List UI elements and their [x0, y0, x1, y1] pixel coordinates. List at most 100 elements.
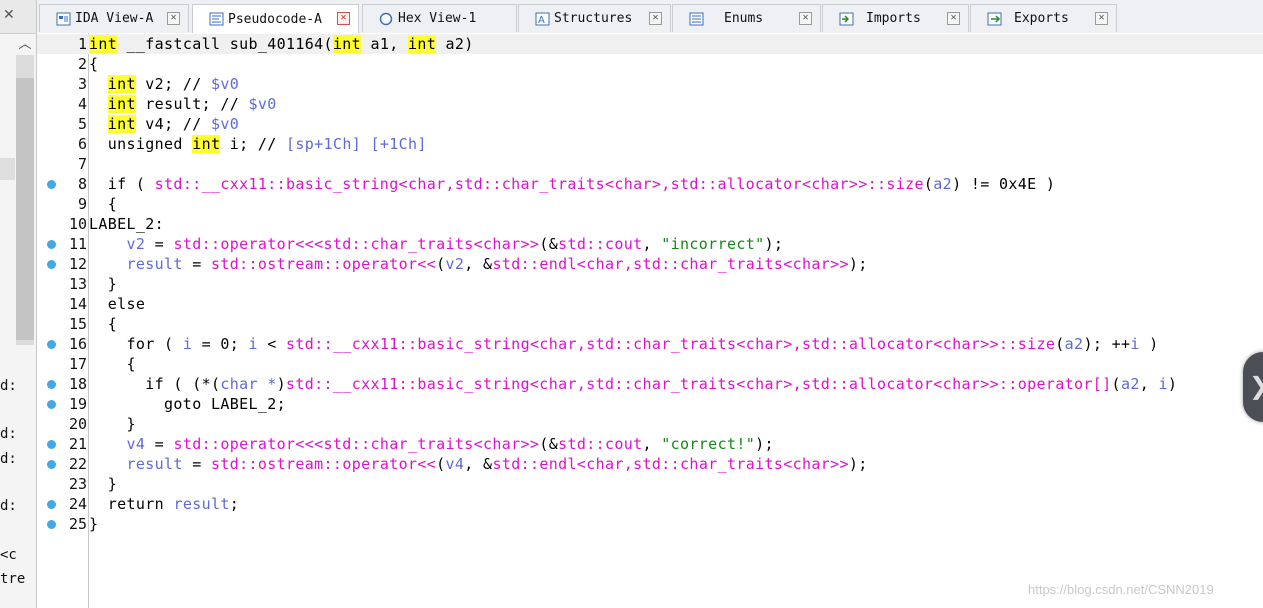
line-number: 18 [68, 375, 87, 393]
code-token: LABEL_2: [89, 215, 165, 233]
code-text[interactable]: LABEL_2: [89, 214, 164, 234]
breakpoint-dot-icon[interactable] [47, 460, 56, 469]
line-number: 21 [68, 435, 87, 453]
code-line[interactable]: 1 int __fastcall sub_401164(int a1, int a… [37, 34, 1263, 54]
code-line[interactable]: 19 goto LABEL_2; [37, 394, 1263, 414]
code-line[interactable]: 3 int v2; // $v0 [37, 74, 1263, 94]
code-line[interactable]: 18 if ( (*(char *)std::__cxx11::basic_st… [37, 374, 1263, 394]
left-pane-scroll-thumb[interactable] [16, 78, 34, 340]
code-text[interactable]: int __fastcall sub_401164(int a1, int a2… [89, 34, 474, 54]
code-token: = [145, 235, 174, 253]
code-text[interactable]: result = std::ostream::operator<<(v4, &s… [89, 454, 868, 474]
code-text[interactable]: result = std::ostream::operator<<(v2, &s… [89, 254, 868, 274]
code-text[interactable]: v4 = std::operator<<<std::char_traits<ch… [89, 434, 774, 454]
left-pane-selected-row[interactable] [0, 158, 15, 180]
tab-label: Structures [554, 11, 633, 26]
code-token: ; [229, 495, 240, 513]
breakpoint-dot-icon[interactable] [47, 500, 56, 509]
tab-close-icon[interactable]: ✕ [649, 12, 662, 25]
breakpoint-dot-icon[interactable] [47, 440, 56, 449]
code-text[interactable]: unsigned int i; // [sp+1Ch] [+1Ch] [89, 134, 427, 154]
tab-close-icon[interactable]: ✕ [337, 12, 350, 25]
breakpoint-dot-icon[interactable] [47, 520, 56, 529]
tab-structures[interactable]: A Structures ✕ [518, 4, 671, 32]
code-line[interactable]: 10 LABEL_2: [37, 214, 1263, 234]
code-token: ); [755, 435, 774, 453]
code-line[interactable]: 12 result = std::ostream::operator<<(v2,… [37, 254, 1263, 274]
code-line[interactable]: 5 int v4; // $v0 [37, 114, 1263, 134]
tab-enums[interactable]: Enums ✕ [672, 4, 821, 32]
pseudocode-view[interactable]: 1 int __fastcall sub_401164(int a1, int a… [37, 33, 1263, 608]
left-pane-fragment: tre [0, 571, 26, 587]
breakpoint-dot-icon[interactable] [47, 380, 56, 389]
code-token: i [248, 335, 258, 353]
code-text[interactable]: v2 = std::operator<<<std::char_traits<ch… [89, 234, 783, 254]
code-line[interactable]: 2{ [37, 54, 1263, 74]
scroll-handle[interactable]: ❯ [1243, 352, 1263, 422]
tab-pseudocode-a[interactable]: Pseudocode-A ✕ [192, 4, 359, 33]
code-text[interactable]: if ( (*(char *)std::__cxx11::basic_strin… [89, 374, 1177, 394]
code-text[interactable]: else [89, 294, 145, 314]
code-line[interactable]: 21 v4 = std::operator<<<std::char_traits… [37, 434, 1263, 454]
tab-exports[interactable]: Exports ✕ [970, 4, 1117, 32]
breakpoint-dot-icon[interactable] [47, 240, 56, 249]
tab-close-icon[interactable]: ✕ [167, 12, 180, 25]
breakpoint-dot-icon[interactable] [47, 340, 56, 349]
code-line[interactable]: 15 { [37, 314, 1263, 334]
tab-close-icon[interactable]: ✕ [799, 12, 812, 25]
code-text[interactable]: for ( i = 0; i < std::__cxx11::basic_str… [89, 334, 1159, 354]
code-token: i [1158, 375, 1168, 393]
code-text[interactable]: } [89, 274, 117, 294]
code-line[interactable]: 4 int result; // $v0 [37, 94, 1263, 114]
code-token: std::endl<char,std::char_traits<char>> [492, 255, 849, 273]
code-line[interactable]: 22 result = std::ostream::operator<<(v4,… [37, 454, 1263, 474]
tab-close-icon[interactable]: ✕ [1095, 12, 1108, 25]
pseudocode-icon [209, 12, 224, 26]
breakpoint-dot-icon[interactable] [47, 400, 56, 409]
scroll-handle-icon: ❯ [1249, 372, 1263, 400]
breakpoint-dot-icon[interactable] [47, 260, 56, 269]
code-text[interactable]: { [89, 314, 117, 334]
code-token: result [173, 495, 230, 513]
code-text[interactable]: int v2; // $v0 [89, 74, 239, 94]
code-text[interactable]: int v4; // $v0 [89, 114, 239, 134]
code-line[interactable]: 25} [37, 514, 1263, 534]
scroll-up-icon[interactable]: ︿ [17, 37, 33, 51]
left-pane-header: ✕ [0, 0, 36, 34]
code-text[interactable]: { [89, 354, 136, 374]
close-icon[interactable]: ✕ [3, 7, 17, 21]
code-line[interactable]: 11 v2 = std::operator<<<std::char_traits… [37, 234, 1263, 254]
enums-icon [689, 12, 704, 25]
code-line[interactable]: 24 return result; [37, 494, 1263, 514]
code-text[interactable]: return result; [89, 494, 239, 514]
left-pane-fragment: d: [0, 378, 17, 394]
code-line[interactable]: 6 unsigned int i; // [sp+1Ch] [+1Ch] [37, 134, 1263, 154]
tab-imports[interactable]: Imports ✕ [822, 4, 969, 32]
code-token: int [107, 115, 136, 133]
breakpoint-dot-icon[interactable] [47, 180, 56, 189]
code-text[interactable]: { [89, 54, 98, 74]
code-token: int [332, 35, 362, 53]
code-text[interactable]: int result; // $v0 [89, 94, 277, 114]
code-text[interactable]: } [89, 514, 98, 534]
code-line[interactable]: 14 else [37, 294, 1263, 314]
code-token: } [89, 275, 118, 293]
code-text[interactable]: goto LABEL_2; [89, 394, 286, 414]
code-line[interactable]: 13 } [37, 274, 1263, 294]
tab-ida-view-a[interactable]: IDA View-A ✕ [39, 4, 189, 32]
code-text[interactable]: } [89, 414, 136, 434]
code-text[interactable]: { [89, 194, 117, 214]
tab-hex-view-1[interactable]: Hex View-1 [362, 4, 517, 32]
code-text[interactable]: if ( std::__cxx11::basic_string<char,std… [89, 174, 1055, 194]
code-line[interactable]: 20 } [37, 414, 1263, 434]
code-line[interactable]: 8 if ( std::__cxx11::basic_string<char,s… [37, 174, 1263, 194]
tab-close-icon[interactable]: ✕ [947, 12, 960, 25]
code-line[interactable]: 23 } [37, 474, 1263, 494]
code-line[interactable]: 17 { [37, 354, 1263, 374]
code-line[interactable]: 16 for ( i = 0; i < std::__cxx11::basic_… [37, 334, 1263, 354]
code-line[interactable]: 7 [37, 154, 1263, 174]
code-text[interactable]: } [89, 474, 117, 494]
code-line[interactable]: 9 { [37, 194, 1263, 214]
